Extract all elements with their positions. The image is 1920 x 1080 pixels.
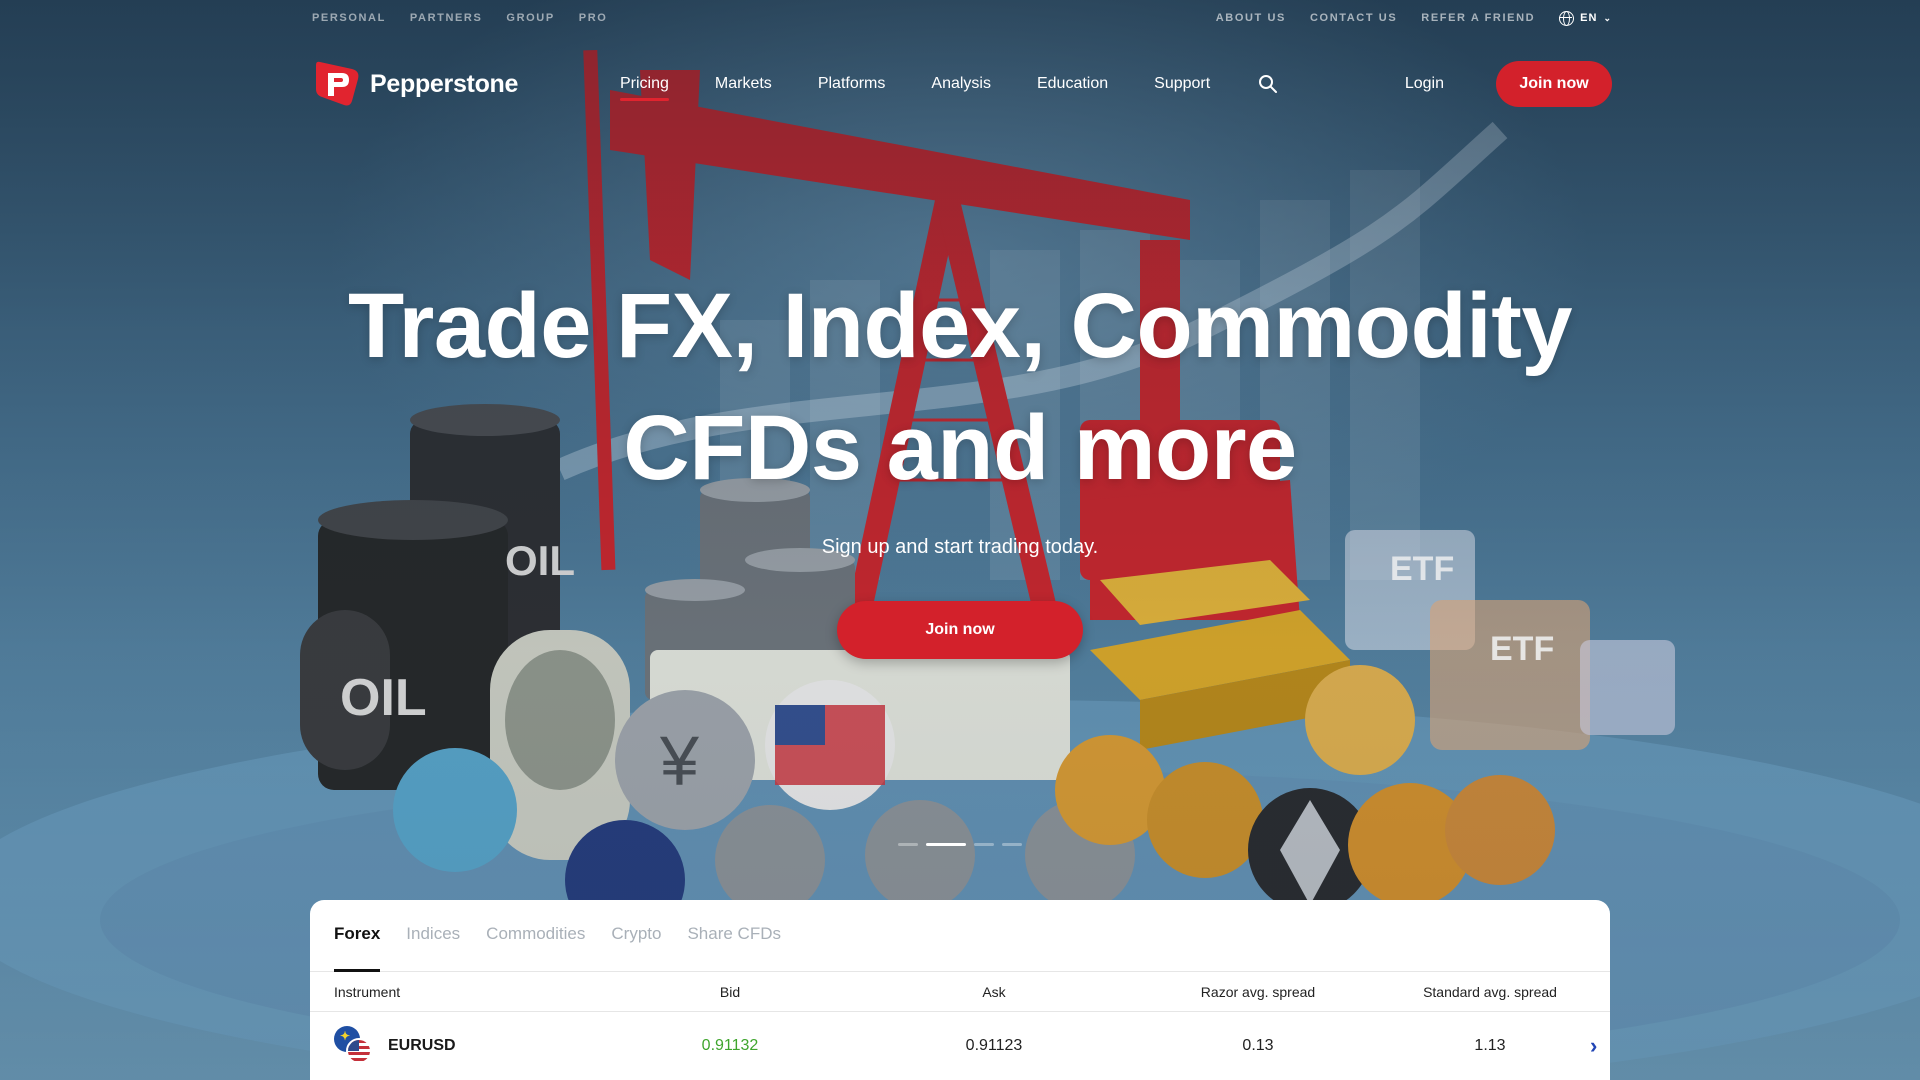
instrument-name: EURUSD xyxy=(388,1037,456,1054)
util-link-contact-us[interactable]: CONTACT US xyxy=(1310,12,1397,24)
nav-item-analysis[interactable]: Analysis xyxy=(931,69,991,99)
main-navigation: Pepperstone Pricing Markets Platforms An… xyxy=(312,56,1612,112)
column-header-bid: Bid xyxy=(719,983,741,1000)
utility-bar: PERSONAL PARTNERS GROUP PRO ABOUT US CON… xyxy=(312,0,1612,36)
join-now-hero-button[interactable]: Join now xyxy=(837,601,1083,659)
hero-subtitle: Sign up and start trading today. xyxy=(821,536,1099,558)
currency-flags-icon xyxy=(334,1026,374,1066)
tab-crypto[interactable]: Crypto xyxy=(611,924,661,972)
nav-item-platforms[interactable]: Platforms xyxy=(818,69,886,99)
util-link-refer-a-friend[interactable]: REFER A FRIEND xyxy=(1421,12,1535,24)
account-actions: Login Join now xyxy=(1405,61,1612,107)
util-link-pro[interactable]: PRO xyxy=(579,12,608,24)
ask-value: 0.91123 xyxy=(965,1037,1023,1054)
globe-icon xyxy=(1559,10,1575,26)
razor-spread-value: 0.13 xyxy=(1242,1037,1274,1054)
carousel-dot-1[interactable] xyxy=(898,843,918,846)
util-link-personal[interactable]: PERSONAL xyxy=(312,12,386,24)
tab-indices[interactable]: Indices xyxy=(406,924,460,972)
search-icon[interactable] xyxy=(1258,74,1278,94)
nav-item-support[interactable]: Support xyxy=(1154,69,1210,99)
util-link-group[interactable]: GROUP xyxy=(506,12,554,24)
brand-logo[interactable]: Pepperstone xyxy=(312,59,612,109)
join-now-header-button[interactable]: Join now xyxy=(1496,61,1612,107)
nav-item-markets[interactable]: Markets xyxy=(715,69,772,99)
language-selector[interactable]: EN ⌄ xyxy=(1559,10,1612,26)
column-header-razor-spread: Razor avg. spread xyxy=(1200,983,1316,1000)
table-row[interactable]: EURUSD 0.91132 0.91123 0.13 1.13 › xyxy=(310,1012,1610,1080)
market-tabs: Forex Indices Commodities Crypto Share C… xyxy=(310,900,1610,972)
brand-name: Pepperstone xyxy=(370,69,519,98)
chevron-right-icon[interactable]: › xyxy=(1590,1033,1621,1059)
standard-spread-value: 1.13 xyxy=(1474,1037,1506,1054)
util-link-partners[interactable]: PARTNERS xyxy=(410,12,483,24)
audience-links: PERSONAL PARTNERS GROUP PRO xyxy=(312,12,607,24)
tab-forex[interactable]: Forex xyxy=(334,924,381,972)
hero-title-line-2: CFDs and more xyxy=(623,397,1297,499)
tab-commodities[interactable]: Commodities xyxy=(486,924,585,972)
tab-share-cfds[interactable]: Share CFDs xyxy=(687,924,781,972)
column-header-ask: Ask xyxy=(982,983,1006,1000)
pepperstone-logo-icon xyxy=(316,61,359,106)
hero-title-line-1: Trade FX, Index, Commodity xyxy=(347,275,1573,377)
carousel-dot-4[interactable] xyxy=(1002,843,1022,846)
chevron-down-icon: ⌄ xyxy=(1603,12,1612,23)
carousel-dot-2[interactable] xyxy=(926,843,966,846)
company-links: ABOUT US CONTACT US REFER A FRIEND EN ⌄ xyxy=(1216,10,1612,26)
carousel-dot-3[interactable] xyxy=(974,843,994,846)
nav-item-education[interactable]: Education xyxy=(1037,69,1108,99)
nav-item-pricing[interactable]: Pricing xyxy=(620,69,669,101)
hero-title: Trade FX, Index, Commodity CFDs and more xyxy=(0,265,1920,509)
primary-menu: Pricing Markets Platforms Analysis Educa… xyxy=(620,69,1278,101)
column-header-standard-spread: Standard avg. spread xyxy=(1423,983,1557,1000)
bid-value: 0.91132 xyxy=(701,1037,759,1054)
rates-panel: Forex Indices Commodities Crypto Share C… xyxy=(310,900,1610,1080)
us-flag-icon xyxy=(346,1038,372,1064)
column-header-instrument: Instrument xyxy=(334,983,401,1000)
carousel-indicators xyxy=(898,843,1022,846)
instrument-cell: EURUSD xyxy=(334,1026,598,1066)
rates-table-header: Instrument Bid Ask Razor avg. spread Sta… xyxy=(310,972,1610,1012)
language-code: EN xyxy=(1580,12,1598,24)
login-link[interactable]: Login xyxy=(1405,75,1444,93)
util-link-about-us[interactable]: ABOUT US xyxy=(1216,12,1286,24)
